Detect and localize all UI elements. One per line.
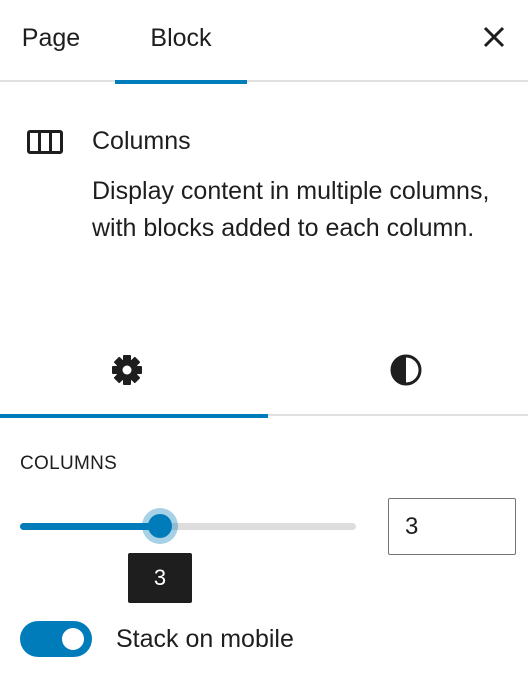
columns-heading: COLUMNS <box>20 453 118 474</box>
gear-icon <box>112 355 142 385</box>
slider-track-fill <box>20 523 160 530</box>
block-card: Columns Display content in multiple colu… <box>0 84 528 314</box>
block-description: Display content in multiple columns, wit… <box>92 177 490 242</box>
tab-settings[interactable] <box>0 325 268 418</box>
inspector-tabs <box>0 325 528 418</box>
block-inspector-panel: Page Block Columns Display content in mu… <box>0 0 528 688</box>
close-icon <box>483 26 505 48</box>
columns-block-icon <box>27 130 63 154</box>
stack-on-mobile-toggle[interactable] <box>20 621 92 657</box>
close-button[interactable] <box>480 21 508 53</box>
slider-value-tooltip: 3 <box>128 553 192 603</box>
slider-thumb[interactable] <box>148 514 172 538</box>
stack-on-mobile-label: Stack on mobile <box>116 625 294 653</box>
columns-number-input[interactable] <box>388 498 516 555</box>
sidebar-tabs: Page Block <box>0 0 528 84</box>
columns-slider[interactable]: 3 <box>20 508 356 603</box>
tab-block[interactable]: Block <box>115 0 247 84</box>
toggle-knob <box>62 628 84 650</box>
block-title: Columns <box>92 127 191 155</box>
tab-styles[interactable] <box>264 325 528 416</box>
contrast-icon <box>390 354 422 386</box>
tab-page[interactable]: Page <box>0 0 102 82</box>
